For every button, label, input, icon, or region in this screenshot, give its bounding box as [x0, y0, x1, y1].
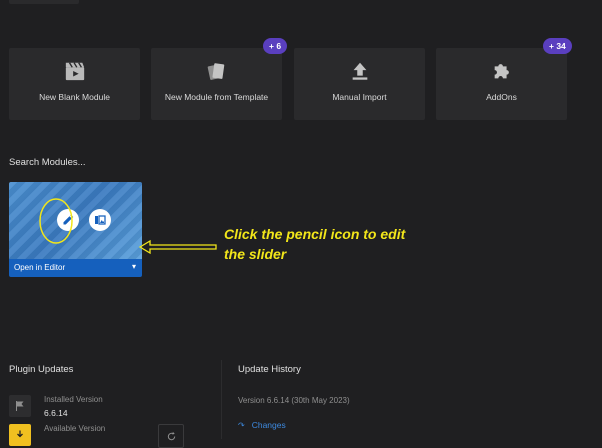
download-icon [17, 430, 23, 438]
addons-button[interactable]: AddOns [436, 48, 567, 120]
puzzle-icon [494, 64, 509, 79]
available-version-label: Available Version [44, 424, 106, 433]
refresh-icon [167, 431, 175, 440]
open-in-editor-label: Open in Editor [14, 263, 66, 272]
new-module-from-template-label: New Module from Template [164, 92, 269, 102]
faded-header-text [9, 0, 79, 4]
installed-version-label: Installed Version [44, 395, 103, 404]
manual-import-button[interactable]: Manual Import [294, 48, 425, 120]
new-blank-module-button[interactable]: New Blank Module [9, 48, 140, 120]
manual-import-label: Manual Import [332, 92, 387, 102]
flag-icon [16, 401, 24, 411]
new-blank-module-label: New Blank Module [39, 92, 110, 102]
changes-link[interactable]: ↷ Changes [238, 420, 286, 430]
top-strip [0, 0, 602, 30]
installed-version-icon-box [9, 395, 31, 417]
addons-label: AddOns [486, 92, 517, 102]
update-history-version-line: Version 6.6.14 (30th May 2023) [238, 396, 350, 405]
new-module-from-template-button[interactable]: New Module from Template [151, 48, 282, 120]
annotation-arrow [138, 239, 217, 255]
annotation-text: Click the pencil icon to edit the slider [224, 226, 406, 262]
open-in-editor-bar[interactable]: Open in Editor ▾ [9, 259, 142, 277]
changes-label: Changes [251, 420, 286, 430]
expand-arrow-icon: ↷ [238, 421, 245, 430]
plugin-updates-title: Plugin Updates [9, 364, 74, 375]
update-history-title: Update History [238, 364, 301, 375]
addons-count-badge: + 34 [543, 38, 572, 54]
image-icon [95, 215, 106, 225]
refresh-version-button[interactable] [158, 424, 184, 448]
template-icon [207, 63, 224, 80]
template-count-badge: + 6 [263, 38, 288, 54]
clapperboard-icon [65, 62, 84, 81]
annotation-highlight-ellipse [39, 198, 73, 244]
search-modules-title[interactable]: Search Modules... [9, 157, 86, 168]
chevron-down-icon[interactable]: ▾ [132, 262, 136, 271]
available-version-icon-box [9, 424, 31, 446]
section-divider [221, 360, 222, 439]
installed-version-value: 6.6.14 [44, 408, 68, 418]
upload-icon [352, 62, 367, 80]
module-media-button[interactable] [89, 209, 111, 231]
